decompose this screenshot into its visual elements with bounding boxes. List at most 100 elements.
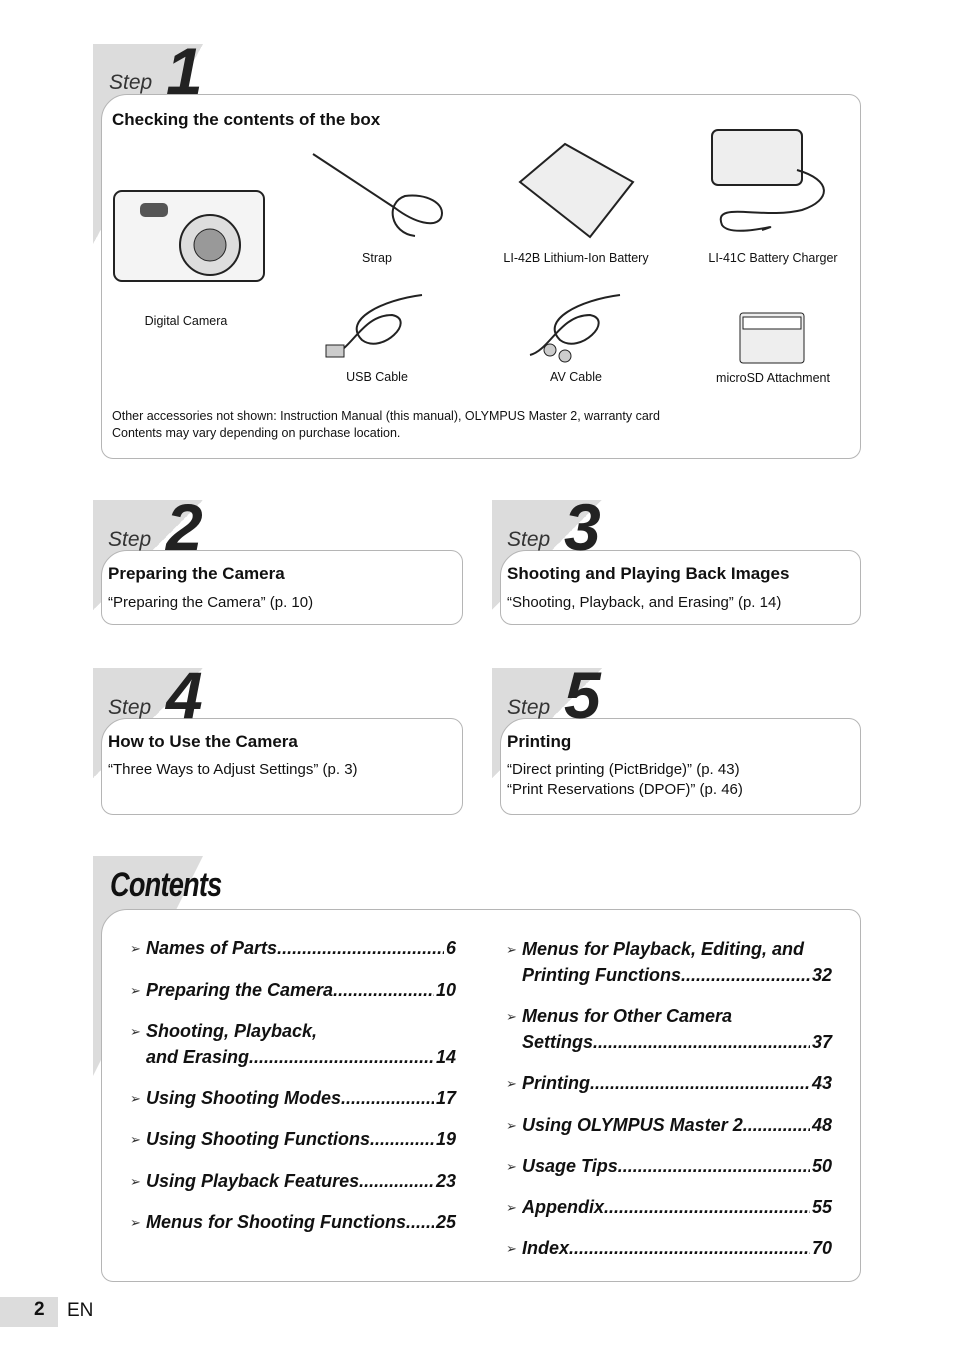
arrow-icon: ➢: [130, 941, 141, 956]
item-label: LI-42B Lithium-Ion Battery: [503, 251, 649, 265]
step5-ref: “Direct printing (PictBridge)” (p. 43): [507, 761, 740, 778]
toc-label: Menus for Shooting Functions: [146, 1212, 406, 1232]
step-number: 5: [564, 658, 601, 732]
leader-dots: [569, 1235, 810, 1262]
step-number: 3: [564, 490, 601, 564]
arrow-icon: ➢: [130, 1132, 141, 1147]
step4-ref: “Three Ways to Adjust Settings” (p. 3): [108, 761, 358, 778]
arrow-icon: ➢: [130, 1091, 141, 1106]
toc-label: Settings: [522, 1032, 594, 1052]
toc-entry[interactable]: ➢ Using Shooting Functions 19: [130, 1126, 456, 1153]
toc-entry-line[interactable]: ➢ Shooting, Playback,: [130, 1018, 460, 1045]
toc-label: Menus for Other Camera: [522, 1006, 733, 1026]
item-label: LI-41C Battery Charger: [708, 251, 838, 265]
leader-dots: [333, 977, 434, 1004]
toc-page: 19: [435, 1129, 456, 1149]
arrow-icon: ➢: [506, 942, 517, 957]
leader-dots: [618, 1153, 810, 1180]
toc-entry[interactable]: ➢ Using Shooting Modes 17: [130, 1085, 456, 1112]
toc-page: 6: [445, 938, 456, 958]
step-number: 1: [166, 34, 203, 108]
arrow-icon: ➢: [130, 1024, 141, 1039]
toc-page: 50: [811, 1156, 832, 1176]
toc-label: Menus for Playback, Editing, and: [522, 939, 805, 959]
leader-dots: [370, 1126, 434, 1153]
step-label: Step: [507, 528, 551, 551]
leader-dots: [743, 1112, 810, 1139]
av-cable-icon: [529, 294, 621, 363]
step4-title: How to Use the Camera: [108, 732, 298, 751]
toc-label: and Erasing: [146, 1047, 250, 1067]
toc-entry[interactable]: ➢ Preparing the Camera 10: [130, 977, 456, 1004]
step-label: Step: [108, 696, 152, 719]
step-label: Step: [109, 71, 153, 94]
toc-page: 14: [435, 1047, 456, 1067]
toc-label: Index: [522, 1238, 570, 1258]
leader-dots: [249, 1044, 434, 1071]
toc-label: Shooting, Playback,: [146, 1021, 318, 1041]
arrow-icon: ➢: [506, 1159, 517, 1174]
step2-ref: “Preparing the Camera” (p. 10): [108, 594, 314, 611]
microsd-attachment-icon: [739, 312, 805, 364]
step5-ref: “Print Reservations (DPOF)” (p. 46): [507, 781, 743, 798]
step5-title: Printing: [507, 732, 572, 751]
note: Contents may vary depending on purchase …: [112, 426, 401, 440]
toc-page: 70: [811, 1238, 832, 1258]
toc-entry[interactable]: ➢ Usage Tips 50: [506, 1153, 832, 1180]
toc-entry[interactable]: ➢Settings37: [506, 1029, 832, 1056]
toc-label: Preparing the Camera: [146, 980, 334, 1000]
toc-label: Printing Functions: [522, 965, 681, 985]
manual-page: { "step_word":"Step", "step1":{"number":…: [0, 0, 954, 1357]
toc-entry[interactable]: ➢and Erasing14: [130, 1044, 456, 1071]
toc-entry[interactable]: ➢ Appendix 55: [506, 1194, 832, 1221]
arrow-icon: ➢: [130, 1215, 141, 1230]
step3-ref: “Shooting, Playback, and Erasing” (p. 14…: [507, 594, 782, 611]
item-label: AV Cable: [550, 370, 602, 384]
arrow-icon: ➢: [130, 1174, 141, 1189]
step-label: Step: [507, 696, 551, 719]
item-label: USB Cable: [346, 370, 408, 384]
toc-entry[interactable]: ➢ Printing 43: [506, 1070, 832, 1097]
leader-dots: [341, 1085, 434, 1112]
leader-dots: [406, 1209, 434, 1236]
contents-title: Contents: [110, 866, 222, 904]
arrow-icon: ➢: [506, 1200, 517, 1215]
toc-entry[interactable]: ➢ Names of Parts 6: [130, 935, 456, 962]
toc-label: Using Shooting Functions: [146, 1129, 370, 1149]
toc-entry-line[interactable]: ➢ Menus for Playback, Editing, and: [506, 936, 836, 963]
toc-label: Using Shooting Modes: [146, 1088, 341, 1108]
step-label: Step: [108, 528, 152, 551]
toc-label: Printing: [522, 1073, 590, 1093]
toc-entry[interactable]: ➢ Using OLYMPUS Master 2 48: [506, 1112, 832, 1139]
toc-label: Using Playback Features: [146, 1171, 360, 1191]
arrow-icon: ➢: [506, 1241, 517, 1256]
toc-page: 55: [811, 1197, 832, 1217]
item-label: Strap: [362, 251, 392, 265]
toc-page: 17: [435, 1088, 456, 1108]
arrow-icon: ➢: [506, 1076, 517, 1091]
arrow-icon: ➢: [506, 1009, 517, 1024]
toc-entry-line[interactable]: ➢ Menus for Other Camera: [506, 1003, 836, 1030]
toc-label: Using OLYMPUS Master 2: [522, 1115, 743, 1135]
arrow-icon: ➢: [130, 983, 141, 998]
toc-entry[interactable]: ➢ Using Playback Features 23: [130, 1168, 456, 1195]
camera-icon: [113, 190, 265, 282]
toc-label: Appendix: [522, 1197, 605, 1217]
strap-icon: [312, 153, 443, 237]
leader-dots: [604, 1194, 810, 1221]
toc-label: Usage Tips: [522, 1156, 618, 1176]
toc-label: Names of Parts: [146, 938, 278, 958]
toc-page: 32: [811, 965, 832, 985]
item-label: microSD Attachment: [716, 371, 830, 385]
toc-entry[interactable]: ➢ Menus for Shooting Functions 25: [130, 1209, 456, 1236]
step3-box: [500, 550, 861, 625]
leader-dots: [593, 1029, 810, 1056]
step1-title: Checking the contents of the box: [112, 110, 381, 129]
step-number: 4: [166, 658, 203, 732]
step2-title: Preparing the Camera: [108, 564, 285, 583]
toc-page: 37: [811, 1032, 832, 1052]
item-label: Digital Camera: [144, 314, 228, 328]
toc-entry[interactable]: ➢Printing Functions32: [506, 962, 832, 989]
toc-entry[interactable]: ➢ Index 70: [506, 1235, 832, 1262]
language-label: EN: [67, 1300, 94, 1321]
